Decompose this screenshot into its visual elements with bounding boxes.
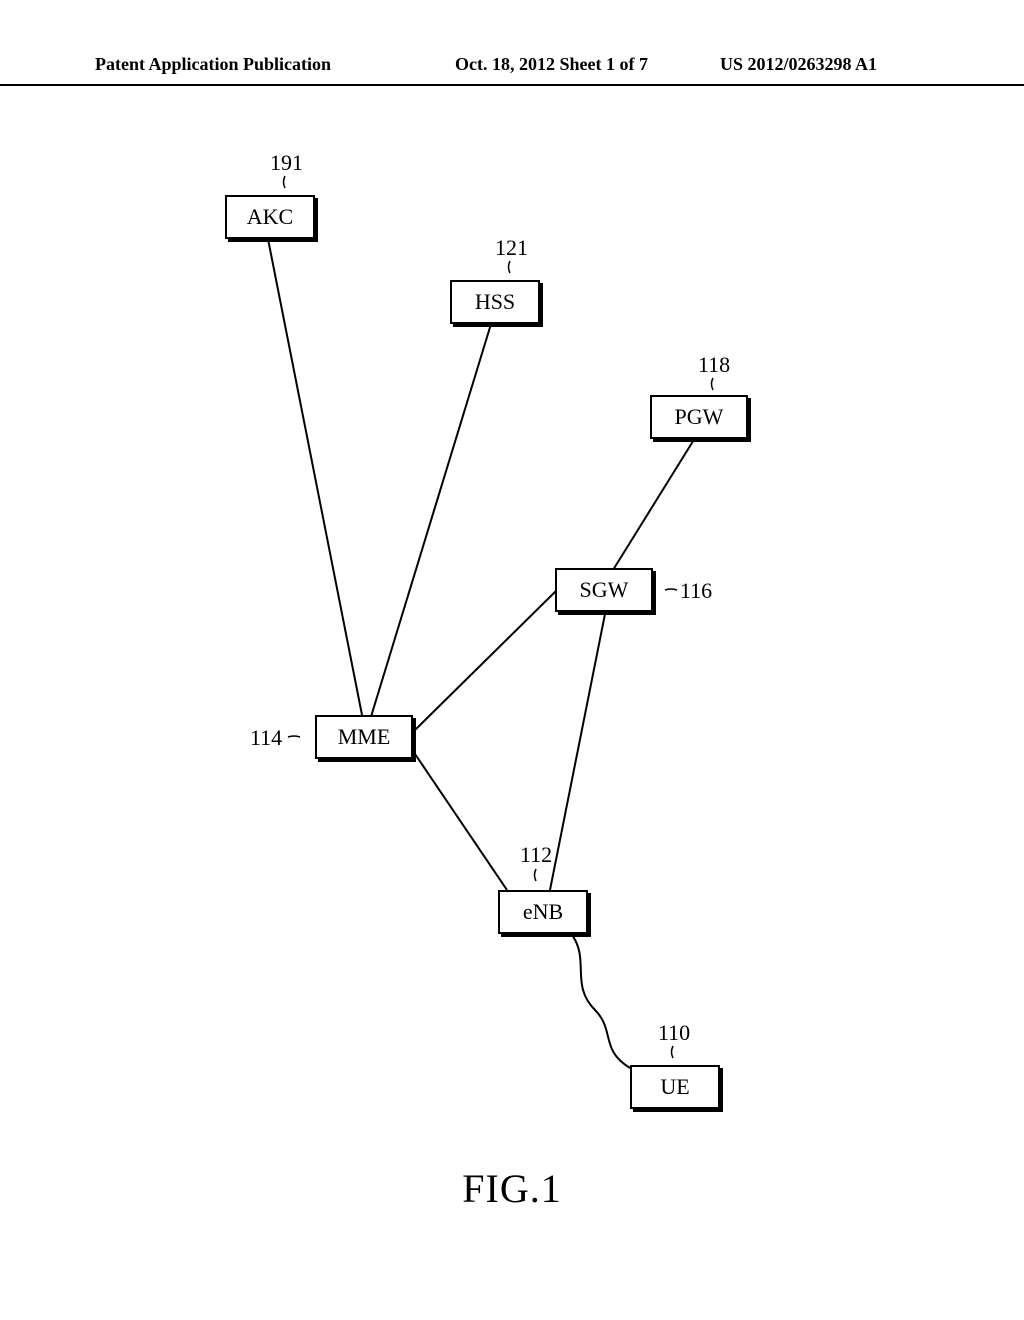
node-hss: HSS — [450, 280, 540, 324]
node-enb-label: eNB — [523, 899, 563, 925]
node-akc-label: AKC — [247, 204, 293, 230]
ref-sgw: 116 — [680, 578, 712, 604]
node-pgw: PGW — [650, 395, 748, 439]
node-akc: AKC — [225, 195, 315, 239]
node-enb: eNB — [498, 890, 588, 934]
node-pgw-label: PGW — [675, 404, 724, 430]
ref-ue: 110 — [658, 1020, 690, 1046]
node-mme: MME — [315, 715, 413, 759]
node-mme-label: MME — [338, 724, 391, 750]
ref-pgw: 118 — [698, 352, 730, 378]
node-ue: UE — [630, 1065, 720, 1109]
node-hss-label: HSS — [475, 289, 515, 315]
node-ue-label: UE — [660, 1074, 689, 1100]
node-sgw: SGW — [555, 568, 653, 612]
page: Patent Application Publication Oct. 18, … — [0, 0, 1024, 1320]
ref-akc: 191 — [270, 150, 303, 176]
node-sgw-label: SGW — [580, 577, 629, 603]
figure-caption: FIG.1 — [0, 1165, 1024, 1212]
ref-enb: 112 — [520, 842, 552, 868]
ref-mme: 114 — [250, 725, 282, 751]
diagram-svg — [0, 0, 1024, 1320]
ref-hss: 121 — [495, 235, 528, 261]
